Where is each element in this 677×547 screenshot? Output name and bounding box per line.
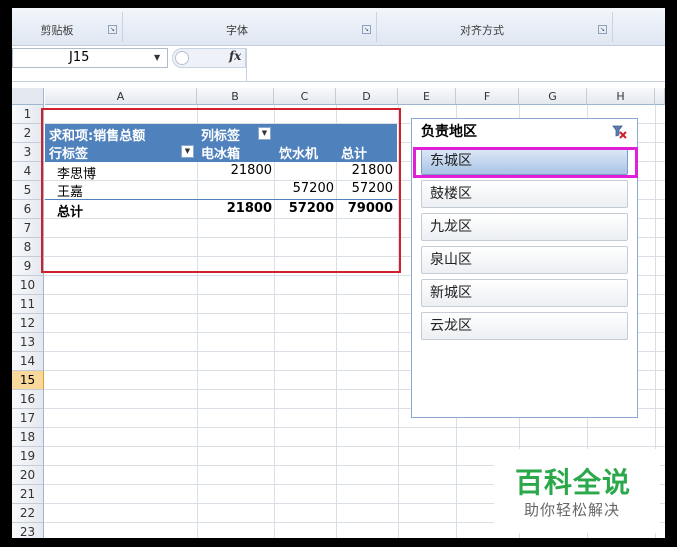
- slicer-item-yunlong[interactable]: 云龙区: [421, 312, 628, 340]
- formula-bar: J15 ▼ fx: [12, 46, 665, 82]
- watermark: 百科全说 助你轻松解决: [494, 449, 660, 533]
- slicer-title: 负责地区: [421, 124, 477, 140]
- row-header-23[interactable]: 23: [12, 523, 44, 538]
- pivot-grand-total-label[interactable]: 总计: [57, 201, 83, 220]
- row-header-1[interactable]: 1: [12, 105, 44, 124]
- column-filter-dropdown-icon[interactable]: ▼: [258, 127, 271, 140]
- clipboard-launcher-icon[interactable]: ↘: [108, 25, 117, 34]
- insert-function-icon[interactable]: fx: [229, 49, 241, 63]
- row-header-12[interactable]: 12: [12, 314, 44, 333]
- row-header-13[interactable]: 13: [12, 333, 44, 352]
- formula-bar-collapse-icon[interactable]: [175, 51, 189, 65]
- pivot-value-field[interactable]: 求和项:销售总额: [49, 125, 145, 144]
- slicer-item-xincheng[interactable]: 新城区: [421, 279, 628, 307]
- pivot-column-label: 列标签: [201, 129, 241, 144]
- ribbon-group-font[interactable]: 字体: [212, 22, 262, 38]
- column-header-f[interactable]: F: [456, 88, 519, 105]
- clear-filter-icon[interactable]: [611, 123, 627, 139]
- column-header-a[interactable]: A: [45, 88, 197, 105]
- pivot-cell[interactable]: 21800: [352, 163, 393, 178]
- pivot-header: 求和项:销售总额 列标签 ▼ 行标签 ▼ 电冰箱 饮水机 总计: [45, 124, 397, 162]
- watermark-subtitle: 助你轻松解决: [524, 501, 621, 519]
- font-launcher-icon[interactable]: ↘: [362, 25, 371, 34]
- row-header-3[interactable]: 3: [12, 143, 44, 162]
- pivot-row-name[interactable]: 李思博: [57, 163, 96, 182]
- alignment-launcher-icon[interactable]: ↘: [598, 25, 607, 34]
- row-header-11[interactable]: 11: [12, 295, 44, 314]
- column-header-h[interactable]: H: [587, 88, 655, 105]
- column-header-b[interactable]: B: [197, 88, 274, 105]
- name-box[interactable]: J15: [12, 48, 168, 68]
- pivot-row-name[interactable]: 王嘉: [57, 181, 83, 200]
- watermark-title: 百科全说: [515, 466, 632, 499]
- slicer-item-dongcheng[interactable]: 东城区: [421, 147, 628, 175]
- formula-input[interactable]: [246, 48, 665, 81]
- column-header-d[interactable]: D: [336, 88, 398, 105]
- row-filter-dropdown-icon[interactable]: ▼: [181, 145, 194, 158]
- row-header-16[interactable]: 16: [12, 390, 44, 409]
- row-header-6[interactable]: 6: [12, 200, 44, 219]
- pivot-col-header: 饮水机: [279, 147, 319, 162]
- row-header-19[interactable]: 19: [12, 447, 44, 466]
- pivot-cell[interactable]: 57200: [352, 181, 393, 196]
- ribbon: 剪贴板 ↘ 字体 ↘ 对齐方式 ↘: [12, 8, 665, 46]
- column-header-e[interactable]: E: [398, 88, 456, 105]
- slicer-item-quanshan[interactable]: 泉山区: [421, 246, 628, 274]
- slicer-item-jiulong[interactable]: 九龙区: [421, 213, 628, 241]
- row-header-22[interactable]: 22: [12, 504, 44, 523]
- row-header-9[interactable]: 9: [12, 257, 44, 276]
- pivot-col-header: 总计: [341, 147, 368, 162]
- pivot-table[interactable]: 求和项:销售总额 列标签 ▼ 行标签 ▼ 电冰箱 饮水机 总计 李思博 2180…: [45, 124, 397, 220]
- pivot-row-label: 行标签: [49, 147, 89, 162]
- row-header-4[interactable]: 4: [12, 162, 44, 181]
- row-header-15[interactable]: 15: [12, 371, 44, 390]
- select-all-corner[interactable]: [12, 88, 44, 105]
- slicer-item-gulou[interactable]: 鼓楼区: [421, 180, 628, 208]
- row-header-5[interactable]: 5: [12, 181, 44, 200]
- row-header-7[interactable]: 7: [12, 219, 44, 238]
- row-header-10[interactable]: 10: [12, 276, 44, 295]
- excel-window: 剪贴板 ↘ 字体 ↘ 对齐方式 ↘ J15 ▼ fx A B C D E F G…: [12, 8, 665, 538]
- row-header-21[interactable]: 21: [12, 485, 44, 504]
- row-header-8[interactable]: 8: [12, 238, 44, 257]
- pivot-grand-total-cell[interactable]: 21800: [227, 201, 272, 216]
- ribbon-group-clipboard[interactable]: 剪贴板: [32, 22, 82, 38]
- pivot-grand-total-cell[interactable]: 57200: [289, 201, 334, 216]
- row-header-20[interactable]: 20: [12, 466, 44, 485]
- pivot-cell[interactable]: 21800: [231, 163, 272, 178]
- row-header-18[interactable]: 18: [12, 428, 44, 447]
- row-header-17[interactable]: 17: [12, 409, 44, 428]
- formula-controls: fx: [172, 48, 246, 68]
- slicer-panel[interactable]: 负责地区 东城区 鼓楼区 九龙区 泉山区 新城区 云龙区: [411, 118, 638, 418]
- name-box-dropdown-icon[interactable]: ▼: [154, 53, 160, 62]
- row-header-2[interactable]: 2: [12, 124, 44, 143]
- row-header-14[interactable]: 14: [12, 352, 44, 371]
- pivot-grand-total-cell[interactable]: 79000: [348, 201, 393, 216]
- column-header-g[interactable]: G: [519, 88, 587, 105]
- pivot-cell[interactable]: 57200: [293, 181, 334, 196]
- ribbon-group-alignment[interactable]: 对齐方式: [452, 22, 512, 38]
- column-header-c[interactable]: C: [274, 88, 336, 105]
- pivot-col-header: 电冰箱: [201, 147, 241, 162]
